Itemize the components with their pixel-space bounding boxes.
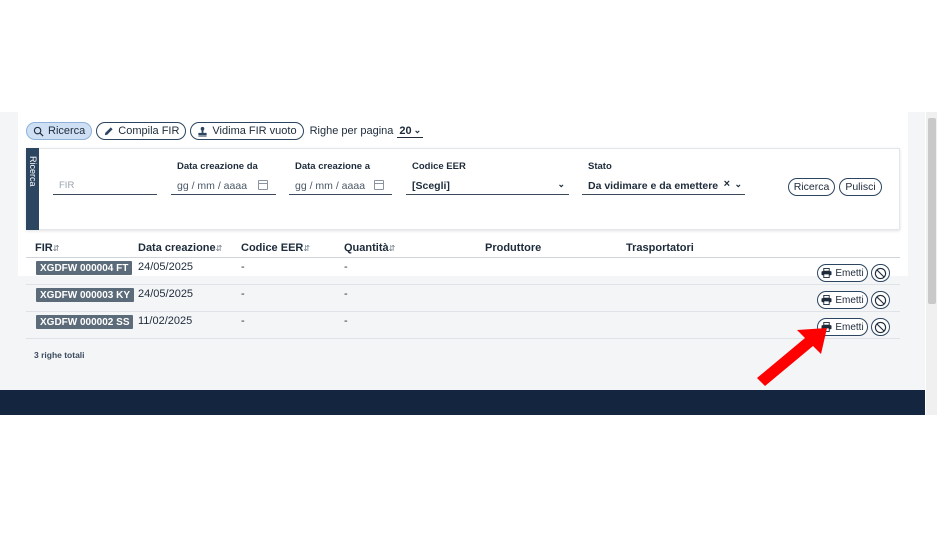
calendar-icon[interactable] [258,180,268,190]
chevron-down-icon: ⌄ [557,179,565,189]
eer-code-select[interactable]: [Scegli] ⌄ [406,177,569,195]
emit-button[interactable]: Emetti [817,291,868,309]
row-quantity: - [344,288,348,300]
emit-button-label: Emetti [835,294,864,306]
col-header-producer: Produttore [485,242,542,254]
search-icon [33,126,44,137]
sort-icon: ⇵ [215,244,223,253]
state-select[interactable]: Da vidimare e da emettere × ⌄ [582,177,745,195]
ban-icon [874,321,887,333]
page: Ricerca Compila FIR Vidima FIR vuoto Rig… [0,0,937,547]
calendar-icon[interactable] [374,180,384,190]
eer-code-value: [Scegli] [412,179,450,192]
chevron-down-icon: ⌄ [734,179,742,189]
chevron-down-icon: ⌄ [413,125,422,135]
cancel-fir-button[interactable] [871,264,890,282]
cancel-fir-button[interactable] [871,291,890,309]
search-button[interactable]: Ricerca [788,178,835,196]
row-eer: - [241,261,245,273]
total-rows-count: 3 righe totali [34,350,85,360]
clear-button[interactable]: Pulisci [839,178,882,196]
col-header-carriers: Trasportatori [626,242,694,254]
search-toggle-label: Ricerca [48,125,86,137]
sort-icon: ⇵ [303,244,311,253]
fir-search-input[interactable]: FIR [53,177,157,195]
col-header-date[interactable]: Data creazione⇵ [138,242,222,254]
col-header-date-label: Data creazione [138,242,216,254]
row-quantity: - [344,261,348,273]
pencil-icon [105,126,113,135]
search-toggle-button[interactable]: Ricerca [26,122,93,140]
fir-search-placeholder: FIR [59,180,75,191]
ban-icon [874,294,887,306]
footer-bar [0,390,925,415]
ban-icon [874,267,887,279]
row-date: 24/05/2025 [138,288,194,300]
eer-code-label: Codice EER [412,161,466,172]
printer-icon [821,295,832,305]
emit-button-label: Emetti [835,321,864,333]
fir-badge[interactable]: XGDFW 000004 FT [36,261,133,275]
arrow-icon [757,328,827,386]
date-to-input[interactable]: gg / mm / aaaa [289,177,392,195]
col-header-eer-label: Codice EER [241,242,304,254]
row-quantity: - [344,315,348,327]
row-date: 11/02/2025 [138,315,193,327]
date-from-placeholder: gg / mm / aaaa [177,179,248,192]
content-area [18,6,908,276]
compile-fir-label: Compila FIR [118,125,180,137]
stamp-icon [198,126,208,137]
validate-empty-fir-button[interactable]: Vidima FIR vuoto [190,122,304,140]
row-eer: - [241,315,245,327]
clear-icon[interactable]: × [724,178,730,190]
col-header-fir[interactable]: FIR⇵ [35,242,59,254]
rows-per-page-label: Righe per pagina [309,125,394,137]
rows-per-page-select[interactable]: 20 ⌄ [397,124,424,138]
sort-icon: ⇵ [52,244,60,253]
table-row: XGDFW 000003 KY 24/05/2025 - - Emetti [26,285,900,312]
date-to-placeholder: gg / mm / aaaa [295,179,366,192]
fir-badge[interactable]: XGDFW 000003 KY [36,288,135,302]
toolbar: Ricerca Compila FIR Vidima FIR vuoto Rig… [26,122,424,140]
state-label: Stato [588,161,612,172]
emit-button[interactable]: Emetti [817,264,868,282]
row-eer: - [241,288,245,300]
col-header-quantity[interactable]: Quantità⇵ [344,242,395,254]
date-from-label: Data creazione da [177,161,258,172]
scrollbar-thumb[interactable] [928,118,936,304]
col-header-eer[interactable]: Codice EER⇵ [241,242,310,254]
cancel-fir-button[interactable] [871,318,890,336]
filter-panel-tab[interactable]: Ricerca [26,148,39,230]
rows-per-page-value: 20 [399,124,412,137]
col-header-quantity-label: Quantità [344,242,389,254]
row-date: 24/05/2025 [138,261,194,273]
date-from-input[interactable]: gg / mm / aaaa [171,177,276,195]
compile-fir-button[interactable]: Compila FIR [96,122,187,140]
emit-button-label: Emetti [835,267,864,279]
table-row: XGDFW 000004 FT 24/05/2025 - - Emetti [26,258,900,285]
col-header-fir-label: FIR [35,242,53,254]
sort-icon: ⇵ [388,244,396,253]
fir-badge[interactable]: XGDFW 000002 SS [36,315,134,329]
date-to-label: Data creazione a [295,161,370,172]
printer-icon [821,268,832,278]
validate-empty-fir-label: Vidima FIR vuoto [212,125,297,137]
state-value: Da vidimare e da emettere [588,179,719,192]
